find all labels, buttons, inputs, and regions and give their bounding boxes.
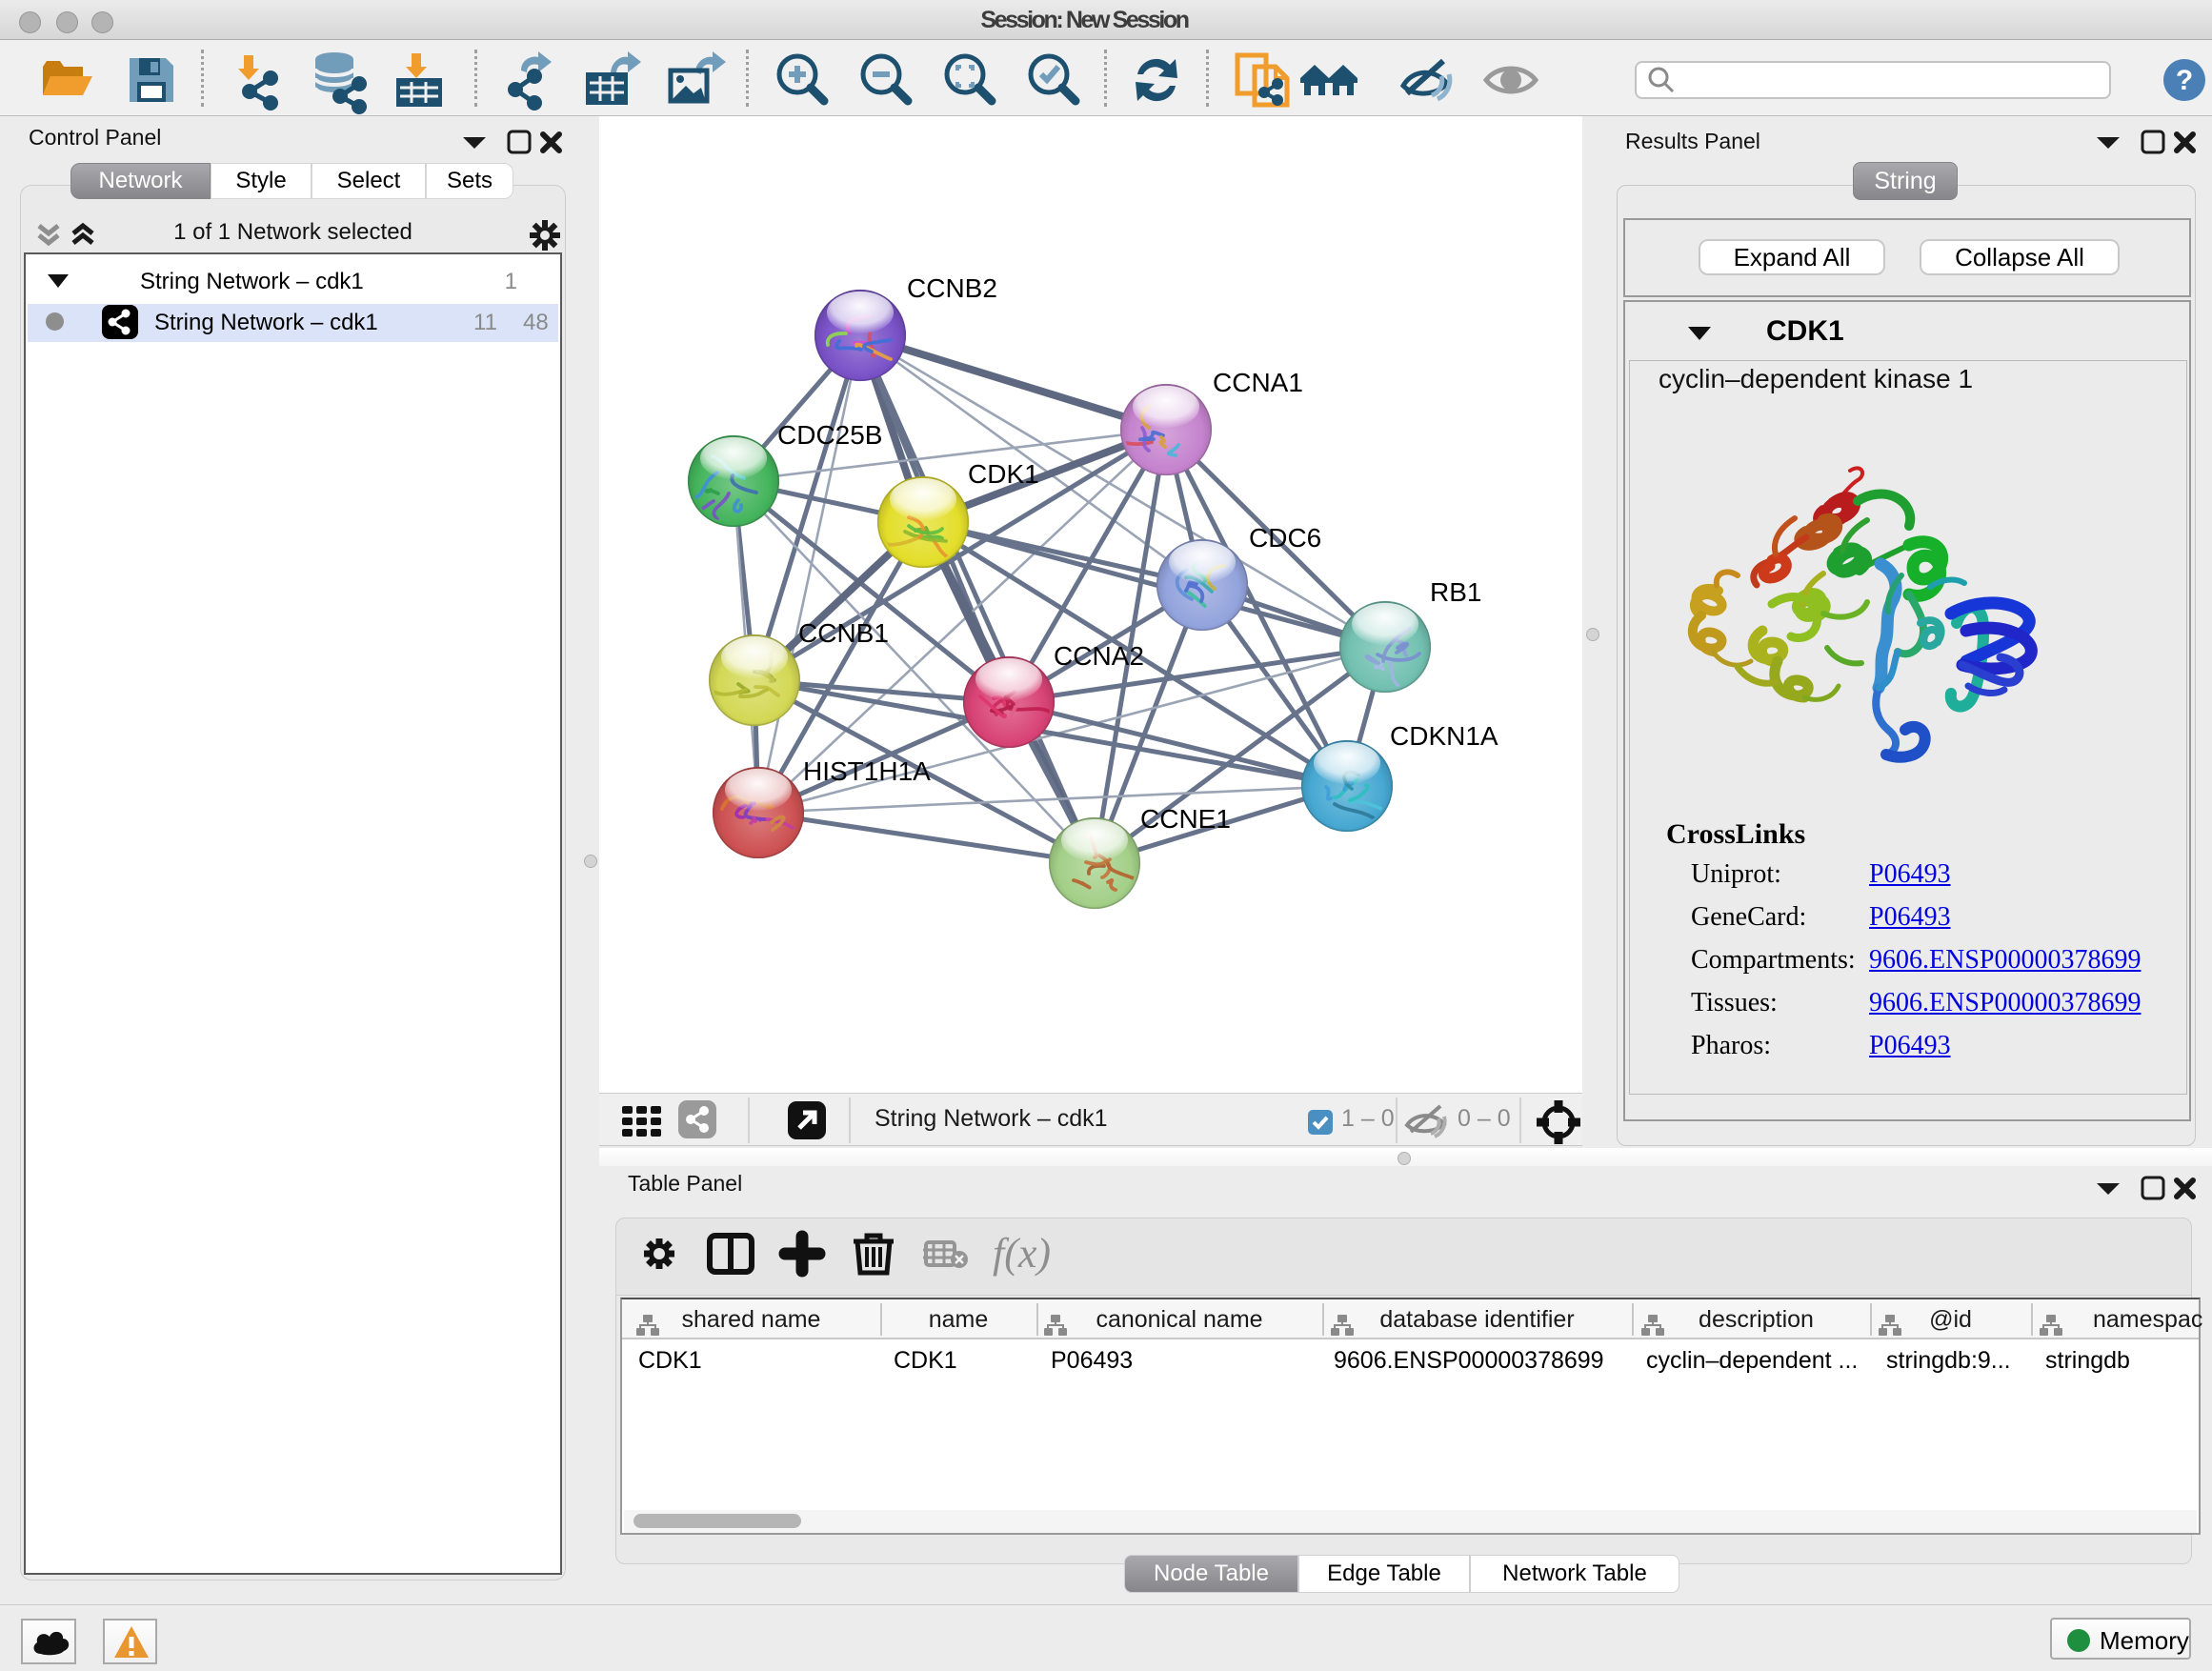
svg-text:CDC6: CDC6 — [1249, 523, 1321, 553]
svg-text:CDK1: CDK1 — [968, 459, 1039, 489]
svg-text:CCNE1: CCNE1 — [1140, 804, 1231, 834]
svg-text:?: ? — [2176, 65, 2193, 96]
svg-text:RB1: RB1 — [1430, 577, 1481, 607]
svg-text:f(x): f(x) — [993, 1230, 1051, 1277]
svg-text:CDC25B: CDC25B — [777, 420, 882, 450]
svg-text:CCNA1: CCNA1 — [1213, 368, 1303, 397]
svg-text:CCNB1: CCNB1 — [798, 618, 889, 648]
svg-text:CCNB2: CCNB2 — [907, 273, 997, 303]
svg-text:CCNA2: CCNA2 — [1054, 641, 1144, 671]
svg-text:CDKN1A: CDKN1A — [1390, 721, 1498, 751]
svg-text:HIST1H1A: HIST1H1A — [803, 756, 931, 786]
